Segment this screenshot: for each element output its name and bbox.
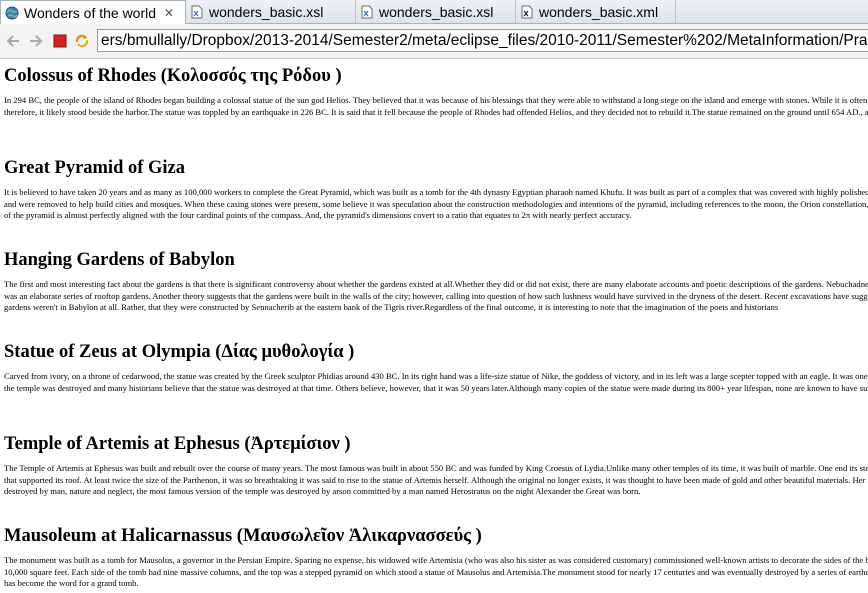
tab-label: wonders_basic.xsl: [379, 3, 494, 20]
wonder-description: The Temple of Artemis at Ephesus was bui…: [4, 463, 868, 496]
wonders-list: Colossus of Rhodes (Κολοσσός της Ρόδου )…: [4, 59, 868, 593]
wonder-section: Temple of Artemis at Ephesus (Ἀρτεμίσιον…: [4, 427, 868, 519]
wonder-description: In 294 BC, the people of the island of R…: [4, 95, 868, 117]
wonder-description: The first and most interesting fact abou…: [4, 279, 868, 312]
tab-label: wonders_basic.xsl: [209, 3, 324, 20]
editor-tab-bar: Wonders of the world ✕ wonders_basic.xsl…: [0, 0, 868, 24]
xsl-file-icon: [191, 5, 203, 18]
wonder-section: Great Pyramid of Giza It is believed to …: [4, 151, 868, 243]
xsl-file-icon: [361, 5, 373, 18]
tab-wonders-basic-xsl-1[interactable]: wonders_basic.xsl: [186, 0, 356, 23]
wonder-description: It is believed to have taken 20 years an…: [4, 187, 868, 220]
wonder-heading: Temple of Artemis at Ephesus (Ἀρτεμίσιον…: [4, 434, 351, 454]
wonder-description: The monument was built as a tomb for Mau…: [4, 555, 868, 588]
wonder-heading: Statue of Zeus at Olympia (Δίας μυθολογί…: [4, 342, 355, 362]
stop-icon[interactable]: [52, 33, 68, 49]
wonder-section: Mausoleum at Halicarnassus (Μαυσωλεῖον Ἁ…: [4, 519, 868, 593]
wonder-section: Colossus of Rhodes (Κολοσσός της Ρόδου )…: [4, 59, 868, 151]
wonder-description: Carved from ivory, on a throne of cedarw…: [4, 371, 868, 393]
tab-wonders-basic-xsl-2[interactable]: wonders_basic.xsl: [356, 0, 516, 23]
tab-label: Wonders of the world: [24, 4, 157, 21]
url-input[interactable]: ers/bmullally/Dropbox/2013-2014/Semester…: [97, 29, 868, 52]
xml-file-icon: [521, 5, 533, 18]
page-content: Colossus of Rhodes (Κολοσσός της Ρόδου )…: [0, 59, 868, 593]
wonder-section: Statue of Zeus at Olympia (Δίας μυθολογί…: [4, 335, 868, 427]
wonder-heading: Great Pyramid of Giza: [4, 158, 186, 178]
forward-arrow-icon[interactable]: [28, 33, 44, 49]
wonder-heading: Mausoleum at Halicarnassus (Μαυσωλεῖον Ἁ…: [4, 526, 482, 546]
tab-wonders-of-the-world[interactable]: Wonders of the world ✕: [0, 0, 186, 24]
globe-icon: [5, 6, 19, 19]
tab-label: wonders_basic.xml: [539, 3, 659, 20]
back-arrow-icon[interactable]: [5, 33, 21, 49]
close-tab-icon[interactable]: ✕: [164, 6, 174, 20]
wonder-heading: Hanging Gardens of Babylon: [4, 250, 235, 270]
wonder-section: Hanging Gardens of Babylon The first and…: [4, 243, 868, 335]
browser-toolbar: ers/bmullally/Dropbox/2013-2014/Semester…: [0, 24, 868, 59]
wonder-heading: Colossus of Rhodes (Κολοσσός της Ρόδου ): [4, 66, 342, 86]
tab-wonders-basic-xml[interactable]: wonders_basic.xml: [516, 0, 676, 23]
refresh-icon[interactable]: [74, 33, 90, 49]
